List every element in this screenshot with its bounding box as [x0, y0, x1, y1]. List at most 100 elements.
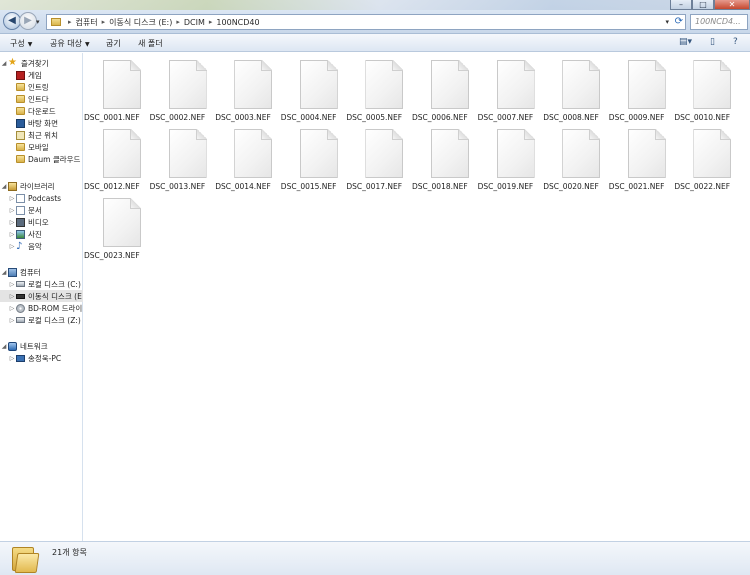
sidebar-item-daum-cloud[interactable]: Daum 클라우드: [0, 153, 83, 165]
maximize-button[interactable]: □: [692, 0, 714, 10]
file-item[interactable]: DSC_0014.NEF: [215, 125, 281, 193]
file-item[interactable]: DSC_0008.NEF: [543, 56, 609, 124]
document-file-icon: [234, 60, 273, 109]
star-icon: ★: [8, 57, 17, 68]
expand-arrow-icon[interactable]: ▷: [8, 355, 16, 362]
breadcrumb-separator[interactable]: ▸: [102, 18, 106, 26]
expand-arrow-icon[interactable]: ▷: [8, 317, 16, 324]
file-item[interactable]: DSC_0003.NEF: [215, 56, 281, 124]
sidebar-label: 다운로드: [28, 106, 56, 116]
breadcrumb-computer[interactable]: 컴퓨터: [76, 17, 98, 28]
file-item[interactable]: DSC_0021.NEF: [609, 125, 675, 193]
sidebar-favorites[interactable]: ◢ ★ 즐겨찾기: [0, 57, 83, 69]
file-item[interactable]: DSC_0022.NEF: [674, 125, 740, 193]
file-item[interactable]: DSC_0020.NEF: [543, 125, 609, 193]
forward-button[interactable]: ▶: [19, 12, 37, 30]
view-options-icon[interactable]: ▤▾: [679, 37, 692, 47]
expand-arrow-icon[interactable]: ▷: [8, 195, 16, 202]
new-folder-button[interactable]: 새 폴더: [138, 38, 163, 49]
file-item[interactable]: DSC_0004.NEF: [281, 56, 347, 124]
folder-icon: [51, 18, 61, 26]
folder-icon: [16, 143, 25, 151]
breadcrumb-separator[interactable]: ▸: [68, 18, 72, 26]
expand-arrow-icon[interactable]: ▷: [8, 293, 16, 300]
expand-arrow-icon[interactable]: ▷: [8, 243, 16, 250]
minimize-button[interactable]: –: [670, 0, 692, 10]
sidebar-item-removable-disk-e[interactable]: ▷ 이동식 디스크 (E: [0, 290, 83, 302]
file-name: DSC_0022.NEF: [674, 182, 731, 191]
file-item[interactable]: DSC_0007.NEF: [478, 56, 544, 124]
sidebar-item-inttda[interactable]: 인트다: [0, 93, 83, 105]
file-item[interactable]: DSC_0013.NEF: [150, 125, 216, 193]
help-icon[interactable]: ?: [733, 37, 738, 47]
file-item[interactable]: DSC_0012.NEF: [84, 125, 150, 193]
file-item[interactable]: DSC_0001.NEF: [84, 56, 150, 124]
file-item[interactable]: DSC_0017.NEF: [346, 125, 412, 193]
documents-icon: [16, 205, 25, 215]
file-item[interactable]: DSC_0006.NEF: [412, 56, 478, 124]
sidebar-item-videos[interactable]: ▷ 비디오: [0, 216, 83, 228]
address-bar[interactable]: ▸ 컴퓨터 ▸ 이동식 디스크 (E:) ▸ DCIM ▸ 100NCD40 ▾…: [46, 14, 686, 30]
burn-button[interactable]: 굽기: [106, 38, 121, 49]
sidebar-item-network-pc[interactable]: ▷ 송정욱-PC: [0, 352, 83, 364]
sidebar-item-mobile[interactable]: 모바일: [0, 141, 83, 153]
expand-arrow-icon[interactable]: ▷: [8, 219, 16, 226]
preview-pane-icon[interactable]: ▯: [710, 37, 715, 47]
sidebar-computer[interactable]: ◢ 컴퓨터: [0, 266, 83, 278]
sidebar-item-downloads[interactable]: 다운로드: [0, 105, 83, 117]
sidebar-item-inttring[interactable]: 인트링: [0, 81, 83, 93]
downloads-folder-icon: [16, 107, 25, 115]
collapse-arrow-icon[interactable]: ◢: [0, 343, 8, 350]
navigation-pane: ◢ ★ 즐겨찾기 게임 인트링 인트다 다운로드 바탕 화면 최근 위치 모바일…: [0, 53, 83, 541]
computer-icon: [8, 267, 17, 277]
collapse-arrow-icon[interactable]: ◢: [0, 183, 8, 190]
breadcrumb-100ncd40[interactable]: 100NCD40: [216, 18, 259, 27]
expand-arrow-icon[interactable]: ▷: [8, 305, 16, 312]
expand-arrow-icon[interactable]: ▷: [8, 281, 16, 288]
removable-drive-icon: [16, 293, 25, 299]
expand-arrow-icon[interactable]: ▷: [8, 207, 16, 214]
file-item[interactable]: DSC_0009.NEF: [609, 56, 675, 124]
organize-button[interactable]: 구성 ▼: [10, 38, 32, 49]
sidebar-item-local-disk-z[interactable]: ▷ 로컬 디스크 (Z:): [0, 314, 83, 326]
file-item[interactable]: DSC_0023.NEF: [84, 194, 150, 262]
sidebar-item-local-disk-c[interactable]: ▷ 로컬 디스크 (C:): [0, 278, 83, 290]
share-button[interactable]: 공유 대상 ▼: [50, 38, 90, 49]
folder-icon: [12, 545, 40, 573]
breadcrumb-separator[interactable]: ▸: [209, 18, 213, 26]
sidebar-network[interactable]: ◢ 네트워크: [0, 340, 83, 352]
file-item[interactable]: DSC_0002.NEF: [150, 56, 216, 124]
search-input[interactable]: 100NCD4...: [690, 14, 748, 30]
collapse-arrow-icon[interactable]: ◢: [0, 269, 8, 276]
file-item[interactable]: DSC_0018.NEF: [412, 125, 478, 193]
sidebar-label: 문서: [28, 205, 42, 215]
breadcrumb-removable-disk[interactable]: 이동식 디스크 (E:): [109, 17, 172, 28]
document-file-icon: [496, 129, 535, 178]
refresh-icon[interactable]: ⟳: [675, 16, 683, 27]
document-file-icon: [299, 129, 338, 178]
collapse-arrow-icon[interactable]: ◢: [0, 60, 8, 67]
address-dropdown[interactable]: ▾: [665, 18, 669, 26]
desktop-icon: [16, 118, 25, 128]
file-item[interactable]: DSC_0015.NEF: [281, 125, 347, 193]
file-item[interactable]: DSC_0005.NEF: [346, 56, 412, 124]
expand-arrow-icon[interactable]: ▷: [8, 231, 16, 238]
breadcrumb-separator[interactable]: ▸: [176, 18, 180, 26]
sidebar-label: Daum 클라우드: [28, 154, 81, 164]
sidebar-item-games[interactable]: 게임: [0, 69, 83, 81]
file-item[interactable]: DSC_0010.NEF: [674, 56, 740, 124]
recent-pages-dropdown[interactable]: ▾: [36, 18, 40, 26]
document-file-icon: [168, 129, 207, 178]
sidebar-item-desktop[interactable]: 바탕 화면: [0, 117, 83, 129]
close-button[interactable]: ✕: [714, 0, 750, 10]
sidebar-item-documents[interactable]: ▷ 문서: [0, 204, 83, 216]
sidebar-item-podcasts[interactable]: ▷ Podcasts: [0, 192, 83, 204]
breadcrumb-dcim[interactable]: DCIM: [184, 18, 205, 27]
library-icon: [8, 181, 17, 191]
sidebar-item-music[interactable]: ▷ ♪ 음악: [0, 240, 83, 252]
sidebar-item-pictures[interactable]: ▷ 사진: [0, 228, 83, 240]
sidebar-item-bd-rom[interactable]: ▷ BD-ROM 드라이: [0, 302, 83, 314]
sidebar-item-recent[interactable]: 최근 위치: [0, 129, 83, 141]
file-item[interactable]: DSC_0019.NEF: [478, 125, 544, 193]
sidebar-libraries[interactable]: ◢ 라이브러리: [0, 180, 83, 192]
